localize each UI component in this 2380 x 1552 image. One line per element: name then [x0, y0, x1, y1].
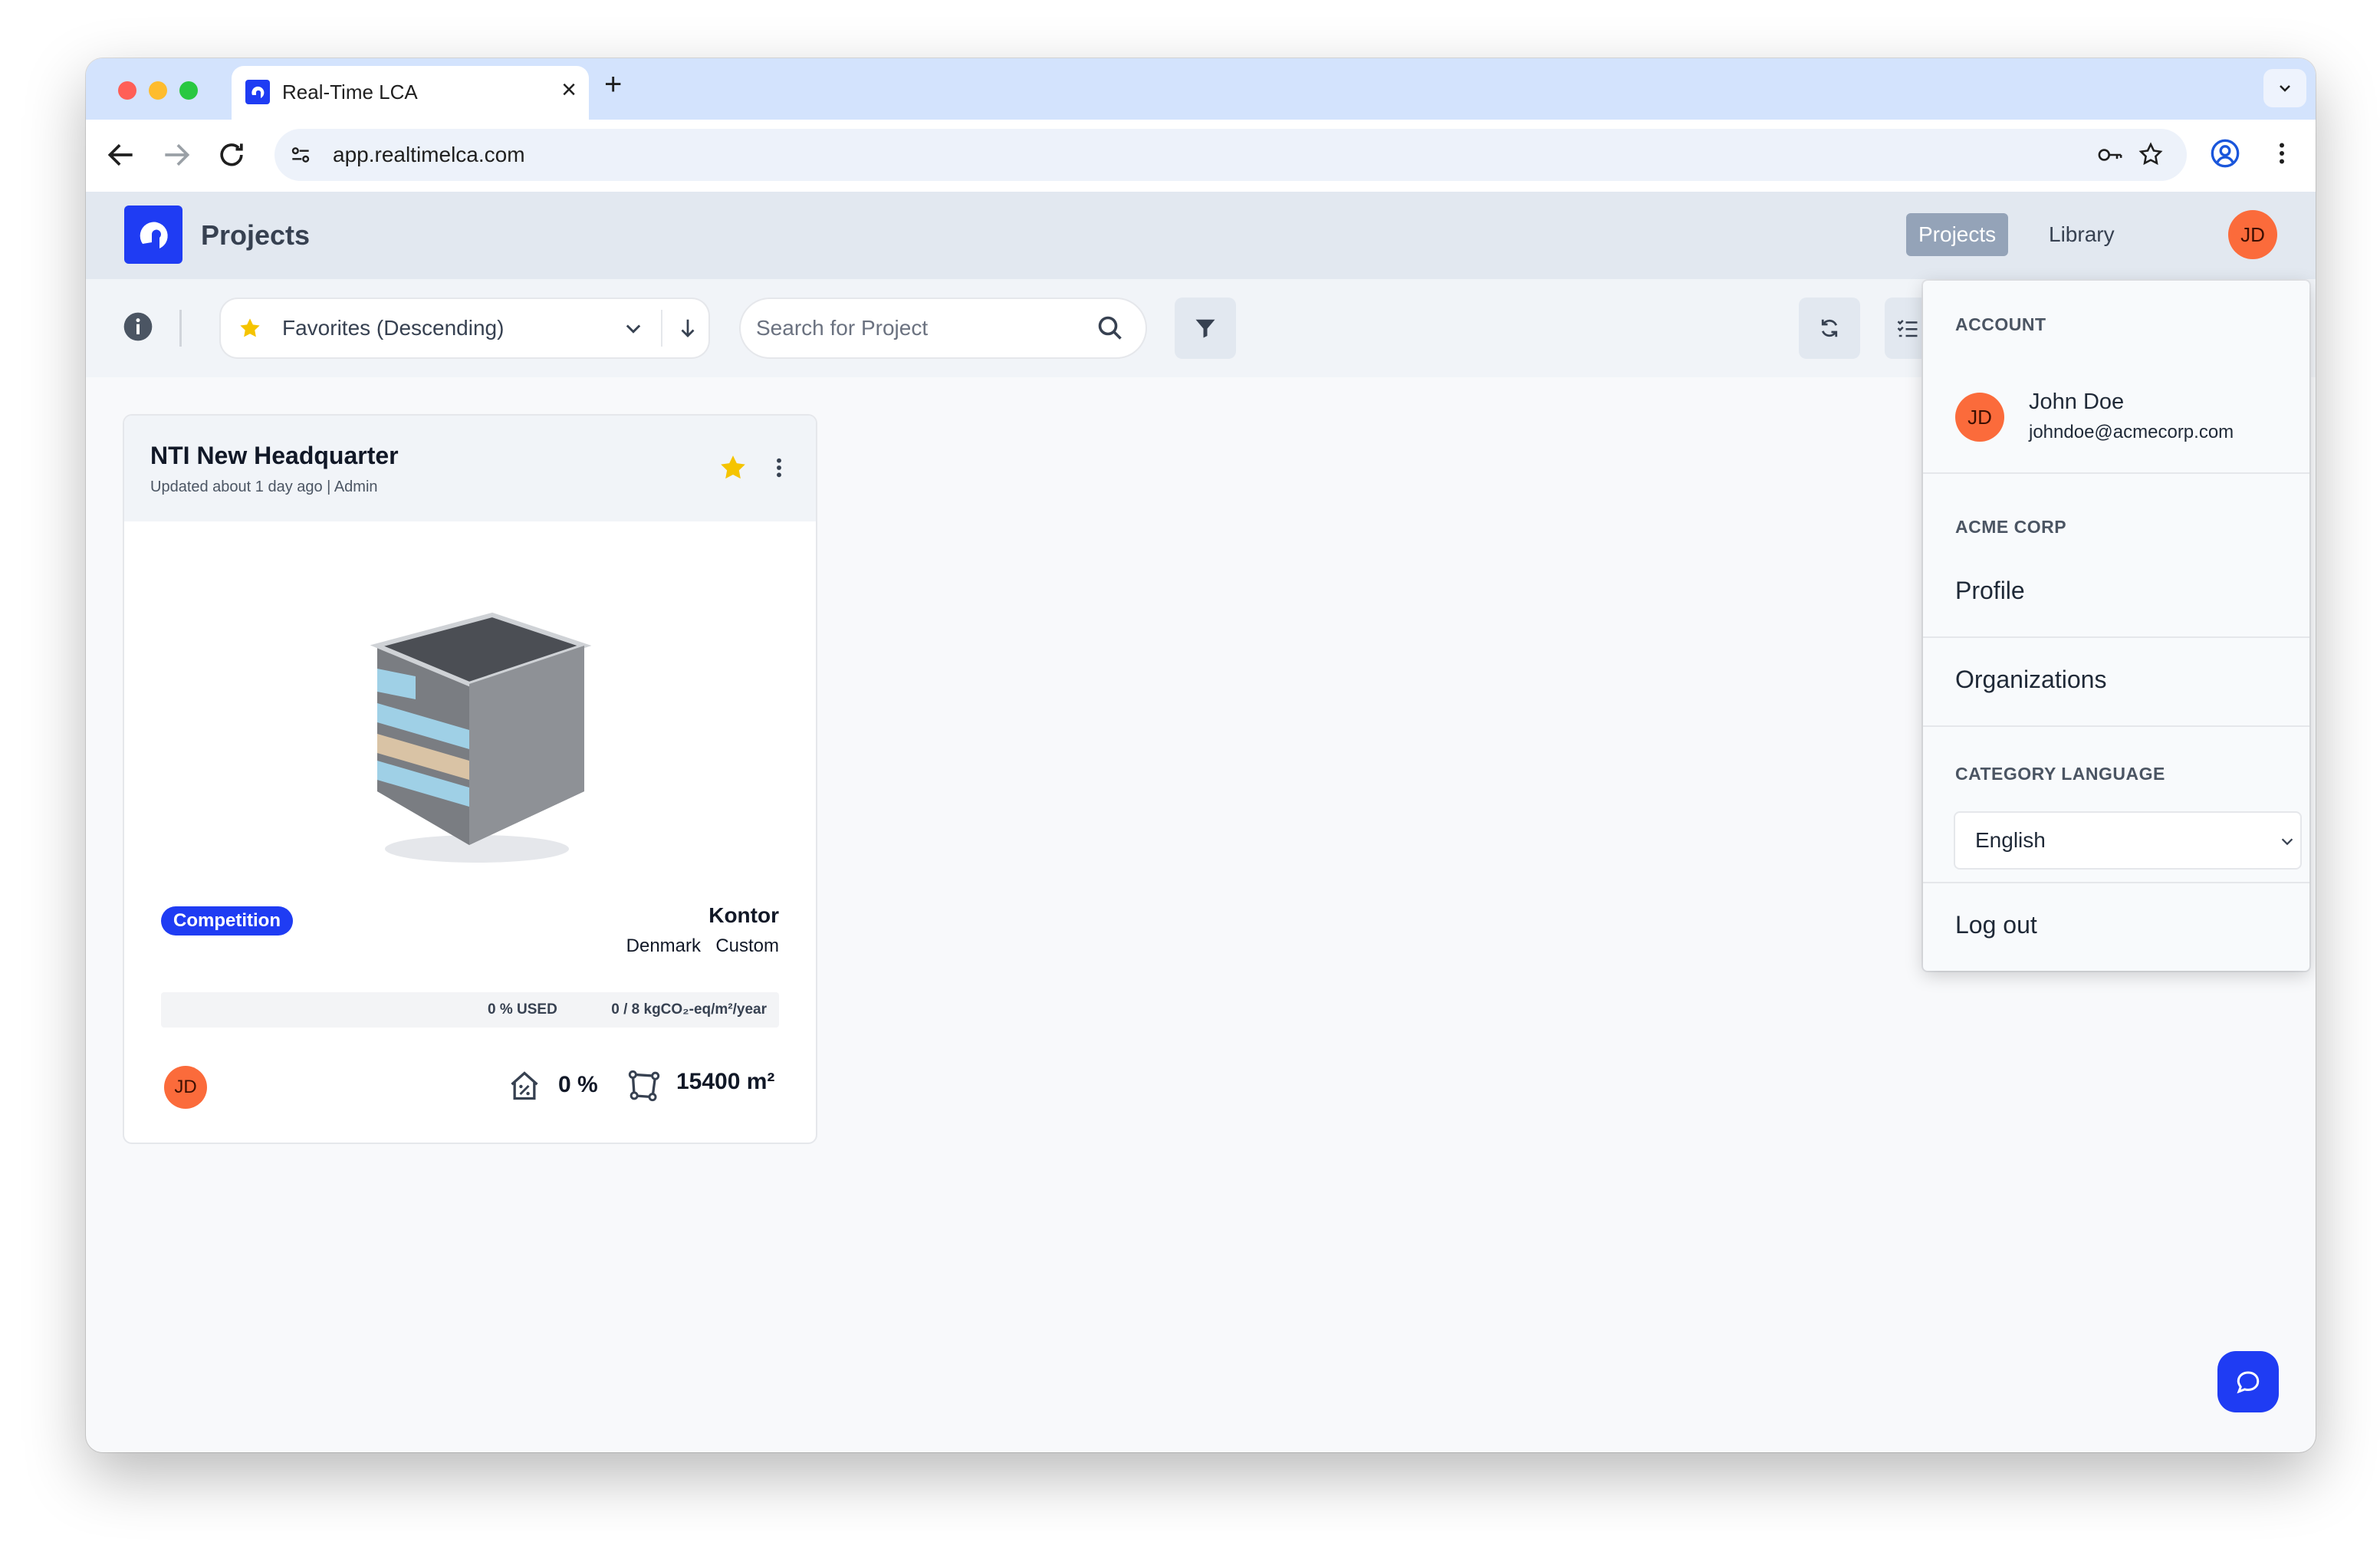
- more-options-icon[interactable]: [767, 455, 791, 480]
- nav-library[interactable]: Library: [2036, 213, 2127, 256]
- back-arrow-icon[interactable]: [104, 138, 138, 172]
- profile-icon[interactable]: [2210, 138, 2240, 169]
- owner-avatar[interactable]: JD: [164, 1066, 207, 1109]
- menu-divider: [1923, 472, 2309, 474]
- project-card[interactable]: NTI New Headquarter Updated about 1 day …: [124, 416, 816, 1143]
- tab-strip: Real-Time LCA × +: [86, 58, 2316, 120]
- browser-menu-icon[interactable]: [2268, 140, 2296, 167]
- usage-percent-label: 0 % USED: [488, 1001, 557, 1018]
- house-percent-icon: [511, 1071, 538, 1100]
- menu-item-organizations[interactable]: Organizations: [1955, 666, 2106, 694]
- chat-bubble-icon: [2237, 1371, 2260, 1394]
- app-favicon-icon: [245, 80, 270, 104]
- bookmark-star-icon[interactable]: [2138, 141, 2164, 167]
- app-header: Projects Projects Library JD: [86, 192, 2316, 279]
- menu-user-avatar: JD: [1955, 393, 2004, 442]
- site-settings-icon[interactable]: [288, 143, 313, 167]
- browser-window: Real-Time LCA × + app.realtimelca.com Pr…: [86, 58, 2316, 1452]
- avatar-initials: JD: [2240, 222, 2265, 246]
- menu-divider: [1923, 725, 2309, 727]
- budget-usage-bar: 0 % USED 0 / 8 kgCO₂-eq/m²/year: [161, 992, 779, 1028]
- project-search-input[interactable]: Search for Project: [741, 299, 1146, 357]
- org-section-label: ACME CORP: [1955, 517, 2067, 537]
- tab-title: Real-Time LCA: [282, 81, 418, 104]
- area-polygon-icon: [628, 1070, 660, 1102]
- browser-toolbar: app.realtimelca.com: [86, 120, 2316, 192]
- language-value: English: [1975, 828, 2046, 852]
- tab-search-button[interactable]: [2263, 69, 2306, 107]
- refresh-icon: [1821, 319, 1838, 337]
- language-section-label: CATEGORY LANGUAGE: [1955, 764, 2165, 784]
- filter-button[interactable]: [1175, 298, 1236, 359]
- checklist-icon: [1897, 320, 1918, 337]
- search-icon[interactable]: [1096, 314, 1124, 342]
- app-logo-icon[interactable]: [124, 206, 182, 264]
- new-tab-icon[interactable]: +: [604, 67, 622, 102]
- divider: [661, 310, 662, 347]
- minimize-window-button[interactable]: [149, 81, 167, 100]
- building-model-thumbnail[interactable]: [354, 600, 600, 876]
- address-bar[interactable]: app.realtimelca.com: [274, 129, 2187, 181]
- project-subtitle: Updated about 1 day ago | Admin: [150, 478, 378, 495]
- chevron-down-icon: [2281, 838, 2293, 846]
- sort-select[interactable]: Favorites (Descending): [221, 299, 708, 357]
- status-badge: Competition: [161, 906, 293, 935]
- sort-direction-arrow-icon[interactable]: [676, 316, 699, 340]
- menu-item-logout[interactable]: Log out: [1955, 911, 2037, 939]
- chevron-down-icon[interactable]: [623, 317, 644, 339]
- project-method: Custom: [715, 935, 779, 956]
- close-window-button[interactable]: [118, 81, 136, 100]
- reload-icon[interactable]: [215, 138, 248, 172]
- password-key-icon[interactable]: [2096, 143, 2124, 167]
- avatar-initials: JD: [1967, 405, 1992, 429]
- nav-projects[interactable]: Projects: [1906, 213, 2009, 256]
- project-country: Denmark: [626, 935, 701, 956]
- building-type: Kontor: [708, 903, 779, 927]
- menu-item-profile[interactable]: Profile: [1955, 577, 2025, 605]
- forward-arrow-icon[interactable]: [159, 138, 193, 172]
- menu-divider: [1923, 636, 2309, 638]
- project-percent-value: 0 %: [558, 1072, 598, 1097]
- sort-label: Favorites (Descending): [282, 316, 505, 340]
- divider: [179, 310, 182, 347]
- user-menu-dropdown: ACCOUNT JD John Doe johndoe@acmecorp.com…: [1923, 281, 2309, 971]
- account-section-label: ACCOUNT: [1955, 314, 2046, 334]
- user-email: johndoe@acmecorp.com: [2029, 422, 2234, 442]
- url-text: app.realtimelca.com: [333, 143, 525, 166]
- project-area-value: 15400 m²: [676, 1069, 775, 1094]
- favorite-star-icon[interactable]: [718, 452, 748, 483]
- star-icon: [240, 318, 260, 337]
- browser-tab[interactable]: Real-Time LCA ×: [232, 66, 589, 120]
- project-title[interactable]: NTI New Headquarter: [150, 442, 399, 470]
- chevron-down-icon: [2280, 85, 2290, 92]
- info-icon[interactable]: [123, 311, 153, 342]
- chat-support-button[interactable]: [2217, 1351, 2279, 1412]
- project-card-header: NTI New Headquarter Updated about 1 day …: [124, 416, 816, 521]
- category-language-select[interactable]: English: [1955, 813, 2300, 868]
- refresh-button[interactable]: [1799, 298, 1860, 359]
- page-title: Projects: [201, 219, 311, 251]
- maximize-window-button[interactable]: [179, 81, 198, 100]
- avatar-initials: JD: [174, 1077, 197, 1097]
- user-name: John Doe: [2029, 390, 2125, 414]
- close-tab-icon[interactable]: ×: [561, 75, 577, 105]
- usage-target-label: 0 / 8 kgCO₂-eq/m²/year: [611, 1001, 767, 1018]
- search-placeholder: Search for Project: [756, 316, 929, 340]
- filter-funnel-icon: [1195, 319, 1215, 338]
- user-avatar-button[interactable]: JD: [2228, 210, 2277, 259]
- menu-divider: [1923, 882, 2309, 883]
